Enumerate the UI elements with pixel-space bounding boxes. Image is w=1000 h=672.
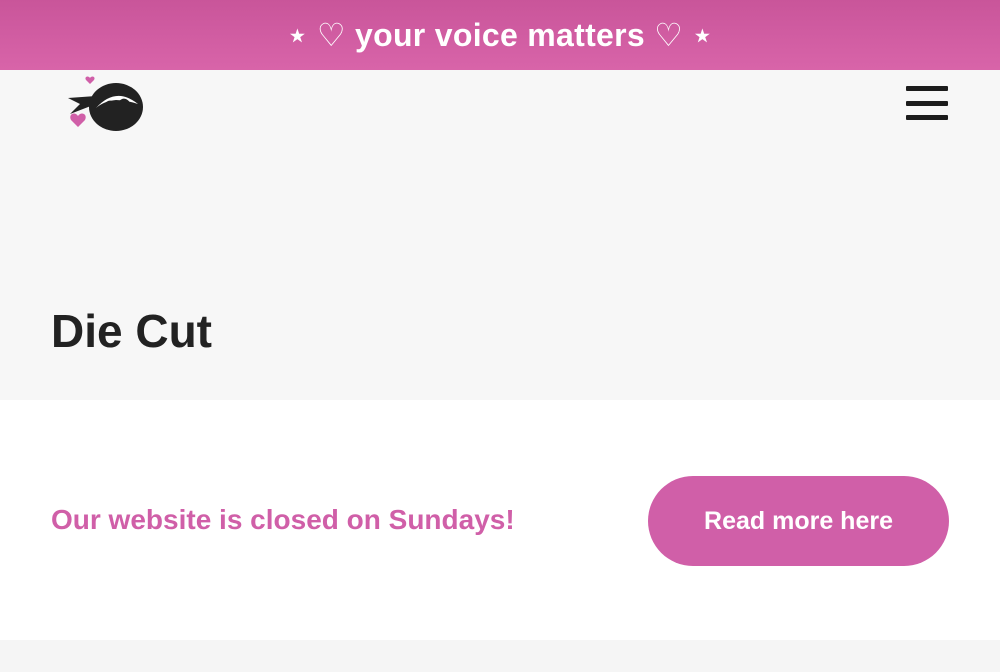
banner-text: ⋆ ♡ your voice matters ♡ ⋆ — [287, 17, 713, 53]
hamburger-menu-icon — [906, 115, 948, 120]
site-header: Die Cut — [0, 70, 1000, 400]
page-title: Die Cut — [51, 305, 212, 357]
hamburger-menu-icon — [906, 100, 948, 106]
ninja-logo-icon — [68, 76, 143, 131]
hamburger-menu-icon — [906, 86, 948, 91]
site-logo[interactable] — [66, 74, 146, 134]
closure-notice-section: Our website is closed on Sundays! Read m… — [0, 400, 1000, 640]
hamburger-menu-button[interactable] — [906, 86, 950, 120]
read-more-button[interactable]: Read more here — [648, 476, 949, 566]
footer-strip — [0, 640, 1000, 672]
announcement-banner: ⋆ ♡ your voice matters ♡ ⋆ — [0, 0, 1000, 70]
closure-notice-text: Our website is closed on Sundays! — [51, 504, 515, 535]
